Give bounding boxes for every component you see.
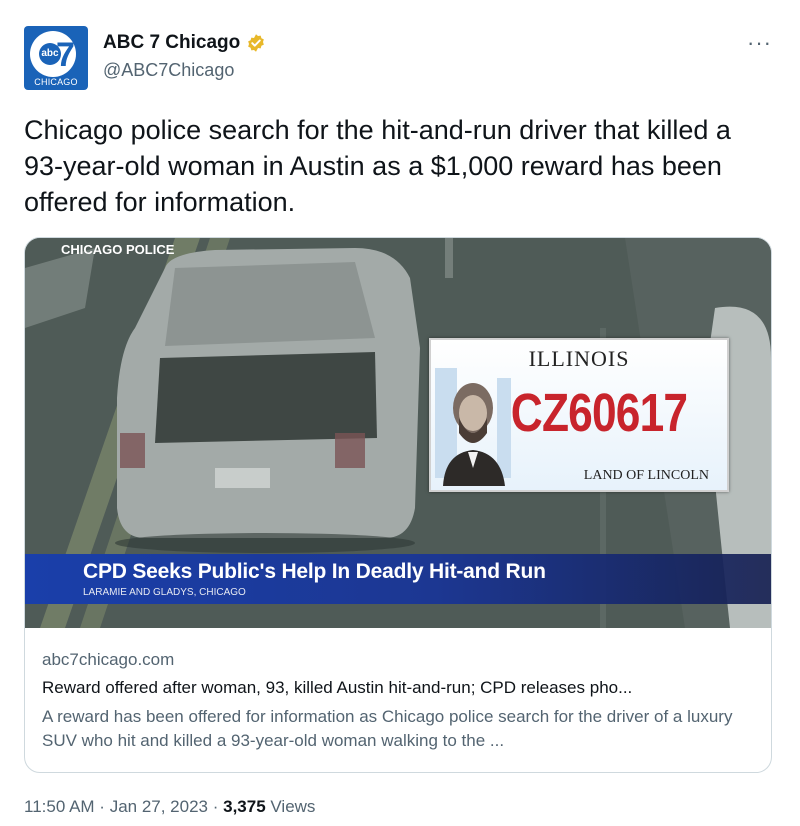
display-name[interactable]: ABC 7 Chicago — [103, 32, 240, 54]
display-name-row[interactable]: ABC 7 Chicago — [103, 32, 266, 54]
meta-separator: · — [208, 797, 224, 816]
more-options-icon[interactable]: ··· — [747, 30, 772, 56]
plate-number: CZ60617 — [510, 383, 688, 443]
meta-separator: · — [94, 797, 110, 816]
seven-logo-text: 7 — [56, 36, 75, 74]
tweet-meta: 11:50 AM · Jan 27, 2023 · 3,375 Views — [24, 797, 315, 817]
account-handle[interactable]: @ABC7Chicago — [103, 60, 234, 81]
avatar-city-label: CHICAGO — [34, 77, 78, 87]
chicago-police-overlay-label: CHICAGO POLICE — [61, 242, 175, 257]
views-count[interactable]: 3,375 — [223, 797, 266, 816]
license-plate-graphic: ILLINOIS CZ60617 LAND OF LINCOLN — [429, 338, 729, 492]
tweet-text: Chicago police search for the hit-and-ru… — [24, 115, 731, 217]
card-body[interactable]: abc7chicago.com Reward offered after wom… — [25, 628, 771, 772]
plate-slogan: LAND OF LINCOLN — [583, 468, 709, 483]
plate-state: ILLINOIS — [528, 346, 630, 371]
banner-headline: CPD Seeks Public's Help In Deadly Hit-an… — [83, 560, 546, 583]
abc7-logo-icon: abc 7 — [30, 31, 76, 77]
card-media-image[interactable]: CHICAGO POLICE ILLINOIS CZ60617 LAND OF … — [25, 238, 771, 628]
views-label[interactable]: Views — [266, 797, 315, 816]
link-card[interactable]: CHICAGO POLICE ILLINOIS CZ60617 LAND OF … — [24, 237, 772, 773]
news-banner: CPD Seeks Public's Help In Deadly Hit-an… — [25, 554, 771, 604]
card-domain[interactable]: abc7chicago.com — [42, 650, 174, 670]
card-description[interactable]: A reward has been offered for informatio… — [42, 705, 754, 753]
avatar[interactable]: abc 7 CHICAGO — [24, 26, 88, 90]
banner-location: LARAMIE AND GLADYS, CHICAGO — [83, 587, 246, 598]
verified-badge-icon — [248, 34, 265, 52]
tweet-time[interactable]: 11:50 AM — [24, 797, 95, 816]
card-title[interactable]: Reward offered after woman, 93, killed A… — [42, 678, 754, 698]
tweet-date[interactable]: Jan 27, 2023 — [110, 797, 208, 816]
